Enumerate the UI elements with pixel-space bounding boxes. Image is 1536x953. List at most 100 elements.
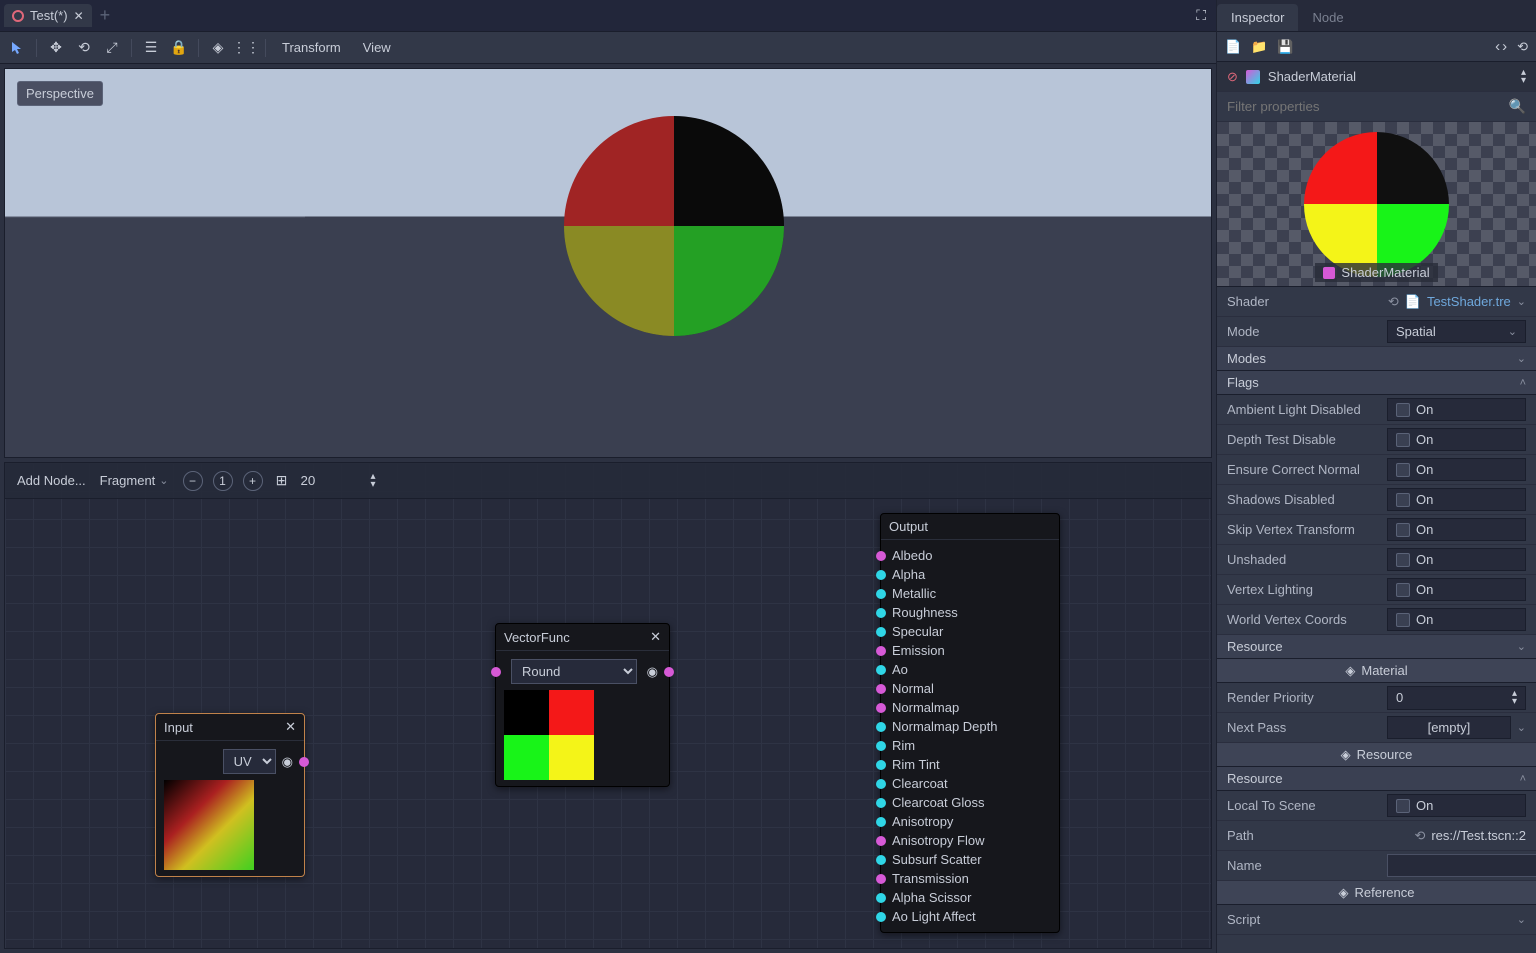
cube-icon[interactable]: ◈	[209, 39, 227, 57]
new-resource-icon[interactable]: 📄	[1225, 39, 1241, 55]
add-tab-button[interactable]: +	[92, 5, 119, 26]
chevron-down-icon[interactable]: ⌄	[1517, 913, 1526, 926]
distraction-free-icon[interactable]: ⛶	[1190, 7, 1212, 24]
search-icon[interactable]: 🔍	[1509, 98, 1526, 115]
input-port[interactable]	[876, 874, 886, 884]
section-modes[interactable]: Modes⌄	[1217, 347, 1536, 371]
input-port[interactable]	[876, 570, 886, 580]
material-section-button[interactable]: ◈Material	[1217, 659, 1536, 683]
save-resource-icon[interactable]: 💾	[1277, 39, 1293, 55]
grid-snap-icon[interactable]: ⋮⋮	[237, 39, 255, 57]
list-tool-icon[interactable]: ☰	[142, 39, 160, 57]
section-resource[interactable]: Resource⌄	[1217, 635, 1536, 659]
input-port[interactable]	[876, 684, 886, 694]
output-port[interactable]	[299, 757, 309, 767]
zoom-out-icon[interactable]: −	[183, 471, 203, 491]
output-port-normalmap-depth[interactable]: Normalmap Depth	[889, 717, 1051, 736]
scene-tab[interactable]: Test(*) ✕	[4, 4, 92, 27]
input-port[interactable]	[876, 855, 886, 865]
mode-select[interactable]: Spatial⌄	[1387, 320, 1526, 343]
input-port[interactable]	[876, 627, 886, 637]
flag-checkbox[interactable]: On	[1387, 578, 1526, 601]
uv-select[interactable]: UV	[223, 749, 276, 774]
eye-icon[interactable]: ◉	[282, 754, 293, 770]
output-port-ao-light-affect[interactable]: Ao Light Affect	[889, 907, 1051, 926]
input-port[interactable]	[876, 703, 886, 713]
open-resource-icon[interactable]: 📁	[1251, 39, 1267, 55]
revert-icon[interactable]: ⟲	[1388, 294, 1399, 310]
rotate-tool-icon[interactable]: ⟲	[75, 39, 93, 57]
input-port[interactable]	[876, 665, 886, 675]
name-input[interactable]	[1387, 854, 1536, 877]
section-resource-2[interactable]: Resource˄	[1217, 767, 1536, 791]
output-port-metallic[interactable]: Metallic	[889, 584, 1051, 603]
reference-section-button[interactable]: ◈Reference	[1217, 881, 1536, 905]
output-port-normal[interactable]: Normal	[889, 679, 1051, 698]
flag-checkbox[interactable]: On	[1387, 518, 1526, 541]
output-port-ao[interactable]: Ao	[889, 660, 1051, 679]
output-port-clearcoat[interactable]: Clearcoat	[889, 774, 1051, 793]
history-refresh-icon[interactable]: ⟲	[1517, 39, 1528, 55]
scale-tool-icon[interactable]: ⤢	[103, 39, 121, 57]
filter-input[interactable]	[1227, 99, 1501, 114]
output-port-anisotropy-flow[interactable]: Anisotropy Flow	[889, 831, 1051, 850]
history-forward-icon[interactable]: ›	[1502, 38, 1507, 55]
output-port-alpha[interactable]: Alpha	[889, 565, 1051, 584]
settings-stepper-icon[interactable]: ▴▾	[1521, 69, 1526, 85]
node-input[interactable]: Input✕ UV ◉	[155, 713, 305, 877]
input-port[interactable]	[876, 912, 886, 922]
transform-menu[interactable]: Transform	[276, 40, 347, 55]
eye-icon[interactable]: ◉	[647, 664, 658, 680]
resource-section-button[interactable]: ◈Resource	[1217, 743, 1536, 767]
history-back-icon[interactable]: ‹	[1495, 38, 1500, 55]
input-port[interactable]	[876, 551, 886, 561]
input-port[interactable]	[876, 760, 886, 770]
shader-link[interactable]: TestShader.tre	[1427, 294, 1511, 309]
revert-icon[interactable]: ⟲	[1414, 828, 1425, 844]
visual-shader-editor[interactable]: Add Node... Fragment ⌄ − 1 + ⊞ ▴▾ Input✕…	[4, 462, 1212, 949]
output-port-emission[interactable]: Emission	[889, 641, 1051, 660]
section-flags[interactable]: Flags˄	[1217, 371, 1536, 395]
input-port[interactable]	[876, 608, 886, 618]
func-select[interactable]: Round	[511, 659, 637, 684]
flag-checkbox[interactable]: On	[1387, 608, 1526, 631]
zoom-input[interactable]	[301, 473, 361, 488]
snap-icon[interactable]: ⊞	[273, 472, 291, 490]
input-port[interactable]	[876, 589, 886, 599]
input-port[interactable]	[876, 722, 886, 732]
output-port-alpha-scissor[interactable]: Alpha Scissor	[889, 888, 1051, 907]
output-port-rim[interactable]: Rim	[889, 736, 1051, 755]
node-output[interactable]: Output AlbedoAlphaMetallicRoughnessSpecu…	[880, 513, 1060, 933]
flag-checkbox[interactable]: On	[1387, 458, 1526, 481]
select-tool-icon[interactable]	[8, 39, 26, 57]
stage-dropdown[interactable]: Fragment ⌄	[100, 473, 169, 488]
flag-checkbox[interactable]: On	[1387, 398, 1526, 421]
node-vectorfunc[interactable]: VectorFunc✕ Round ◉	[495, 623, 670, 787]
tab-node[interactable]: Node	[1298, 4, 1357, 31]
tab-inspector[interactable]: Inspector	[1217, 4, 1298, 31]
move-tool-icon[interactable]: ✥	[47, 39, 65, 57]
output-port-transmission[interactable]: Transmission	[889, 869, 1051, 888]
next-pass-select[interactable]: [empty]	[1387, 716, 1511, 739]
flag-checkbox[interactable]: On	[1387, 548, 1526, 571]
output-port-clearcoat-gloss[interactable]: Clearcoat Gloss	[889, 793, 1051, 812]
input-port[interactable]	[876, 798, 886, 808]
output-port-roughness[interactable]: Roughness	[889, 603, 1051, 622]
close-icon[interactable]: ✕	[285, 719, 296, 735]
output-port-normalmap[interactable]: Normalmap	[889, 698, 1051, 717]
view-menu[interactable]: View	[357, 40, 397, 55]
lock-icon[interactable]: 🔒	[170, 39, 188, 57]
output-port-anisotropy[interactable]: Anisotropy	[889, 812, 1051, 831]
close-icon[interactable]: ✕	[74, 9, 84, 23]
input-port[interactable]	[876, 646, 886, 656]
flag-checkbox[interactable]: On	[1387, 428, 1526, 451]
input-port[interactable]	[876, 741, 886, 751]
path-value[interactable]: res://Test.tscn::2	[1431, 828, 1526, 843]
zoom-reset-icon[interactable]: 1	[213, 471, 233, 491]
zoom-stepper-icon[interactable]: ▴▾	[371, 473, 376, 489]
chevron-down-icon[interactable]: ⌄	[1517, 721, 1526, 734]
render-priority-input[interactable]: 0 ▴▾	[1387, 686, 1526, 710]
input-port[interactable]	[876, 836, 886, 846]
flag-checkbox[interactable]: On	[1387, 488, 1526, 511]
output-port-rim-tint[interactable]: Rim Tint	[889, 755, 1051, 774]
